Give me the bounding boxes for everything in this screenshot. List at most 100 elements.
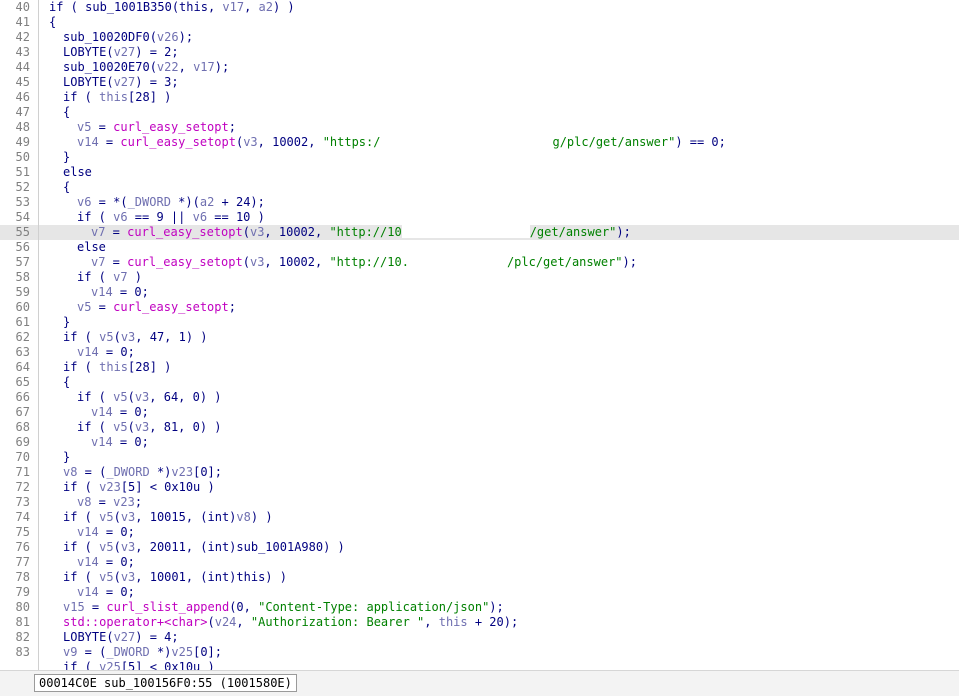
- code-token: v8: [236, 510, 251, 524]
- code-token: v9: [63, 645, 78, 659]
- code-line[interactable]: 74 if ( v5(v3, 10015, (int)v8) ): [0, 510, 959, 525]
- code-token: [28] ): [128, 360, 172, 374]
- code-line[interactable]: 76 if ( v5(v3, 20011, (int)sub_1001A980) …: [0, 540, 959, 555]
- code-token: v27: [113, 75, 136, 89]
- code-line[interactable]: 66 if ( v5(v3, 64, 0) ): [0, 390, 959, 405]
- gutter-separator: [38, 180, 39, 195]
- code-line[interactable]: 44 sub_10020E70(v22, v17);: [0, 60, 959, 75]
- code-line[interactable]: 57 v7 = curl_easy_setopt(v3, 10002, "http…: [0, 255, 959, 270]
- code-token: v5: [113, 390, 128, 404]
- code-line[interactable]: 68 if ( v5(v3, 81, 0) ): [0, 420, 959, 435]
- code-line[interactable]: 67 v14 = 0;: [0, 405, 959, 420]
- code-line[interactable]: 73 v8 = v23;: [0, 495, 959, 510]
- code-line[interactable]: 46 if ( this[28] ): [0, 90, 959, 105]
- code-line[interactable]: 63 v14 = 0;: [0, 345, 959, 360]
- code-line[interactable]: 72 if ( v23[5] < 0x10u ): [0, 480, 959, 495]
- code-line[interactable]: 58 if ( v7 ): [0, 270, 959, 285]
- code-line[interactable]: 75 v14 = 0;: [0, 525, 959, 540]
- code-line[interactable]: 50}: [0, 150, 959, 165]
- code-token: v14: [91, 285, 113, 299]
- code-line[interactable]: 40 if ( sub_1001B350(this, v17, a2) ): [0, 0, 959, 15]
- code-text: v5 = curl_easy_setopt;: [77, 120, 236, 135]
- code-token: v5: [99, 570, 114, 584]
- code-token: = *(: [91, 195, 128, 209]
- code-line[interactable]: 82 LOBYTE(v27) = 4;: [0, 630, 959, 645]
- code-token: /plc/get/answer": [506, 255, 623, 269]
- gutter-separator: [38, 15, 39, 30]
- code-token: if ( sub_1001B350(this,: [49, 0, 223, 14]
- code-line[interactable]: 54 if ( v6 == 9 || v6 == 10 ): [0, 210, 959, 225]
- code-token: v3: [120, 540, 136, 554]
- code-line[interactable]: 45 LOBYTE(v27) = 3;: [0, 75, 959, 90]
- code-token: v3: [243, 135, 258, 149]
- code-token: [0];: [193, 465, 222, 479]
- code-token: v26: [156, 30, 179, 44]
- code-text: v14 = 0;: [91, 435, 149, 450]
- code-line[interactable]: 78 if ( v5(v3, 10001, (int)this) ): [0, 570, 959, 585]
- code-line[interactable]: 70}: [0, 450, 959, 465]
- code-line[interactable]: 51 else: [0, 165, 959, 180]
- code-line[interactable]: 56 else: [0, 240, 959, 255]
- code-token: {: [49, 15, 57, 29]
- code-line[interactable]: 42 sub_10020DF0(v26);: [0, 30, 959, 45]
- line-number: 50: [15, 150, 30, 164]
- code-line[interactable]: 48 v5 = curl_easy_setopt;: [0, 120, 959, 135]
- code-line[interactable]: 69 v14 = 0;: [0, 435, 959, 450]
- gutter-separator: [38, 45, 39, 60]
- code-line[interactable]: 49 v14 = curl_easy_setopt(v3, 10002, "htt…: [0, 135, 959, 150]
- line-number: 41: [15, 15, 30, 29]
- gutter-separator: [38, 120, 39, 135]
- code-line[interactable]: 77 v14 = 0;: [0, 555, 959, 570]
- code-token: v3: [120, 570, 136, 584]
- code-line[interactable]: 79 v14 = 0;: [0, 585, 959, 600]
- line-number: 70: [15, 450, 30, 464]
- code-text: else: [63, 165, 92, 180]
- code-text: {: [63, 105, 70, 120]
- code-line[interactable]: 43 LOBYTE(v27) = 2;: [0, 45, 959, 60]
- code-line[interactable]: if ( v25[5] < 0x10u ): [0, 660, 959, 670]
- gutter-separator: [38, 615, 39, 630]
- code-token: + 20);: [467, 615, 519, 629]
- gutter-separator: [38, 465, 39, 480]
- code-text: {: [63, 375, 70, 390]
- code-token: (: [242, 255, 250, 269]
- code-line[interactable]: 60 v5 = curl_easy_setopt;: [0, 300, 959, 315]
- code-line[interactable]: 55 v7 = curl_easy_setopt(v3, 10002, "http…: [0, 225, 959, 240]
- line-number: 61: [15, 315, 30, 329]
- line-number: 67: [15, 405, 30, 419]
- code-line[interactable]: 61}: [0, 315, 959, 330]
- code-token: , 10015, (int): [135, 510, 237, 524]
- code-line[interactable]: 65 {: [0, 375, 959, 390]
- code-line[interactable]: 53 v6 = *(_DWORD *)(a2 + 24);: [0, 195, 959, 210]
- code-token: == 9 ||: [127, 210, 193, 224]
- line-number: 77: [15, 555, 30, 569]
- code-line[interactable]: 64 if ( this[28] ): [0, 360, 959, 375]
- pseudocode-editor[interactable]: 40 if ( sub_1001B350(this, v17, a2) ) 41 {4…: [0, 0, 959, 670]
- code-token: "https:/: [322, 135, 381, 149]
- code-token: v5: [77, 300, 92, 314]
- gutter-separator: [38, 150, 39, 165]
- code-line[interactable]: 80 v15 = curl_slist_append(0, "Content-Ty…: [0, 600, 959, 615]
- code-token: ,: [236, 615, 251, 629]
- code-token: *): [149, 645, 172, 659]
- code-line[interactable]: 62 if ( v5(v3, 47, 1) ): [0, 330, 959, 345]
- code-line[interactable]: 81 std::operator+<char>(v24, "Authorizati…: [0, 615, 959, 630]
- code-token: v17: [193, 60, 215, 74]
- gutter-separator: [38, 660, 39, 670]
- code-text: std::operator+<char>(v24, "Authorization…: [63, 615, 518, 630]
- code-token: ;: [228, 120, 236, 134]
- code-line[interactable]: 52 {: [0, 180, 959, 195]
- code-line[interactable]: 41 {: [0, 15, 959, 30]
- gutter-separator: [38, 495, 39, 510]
- code-token: curl_easy_setopt: [127, 255, 243, 269]
- code-text: v8 = v23;: [77, 495, 142, 510]
- code-token: (: [113, 330, 121, 344]
- code-line[interactable]: 83 v9 = (_DWORD *)v25[0];: [0, 645, 959, 660]
- code-line[interactable]: 71 v8 = (_DWORD *)v23[0];: [0, 465, 959, 480]
- code-token: );: [622, 255, 637, 269]
- code-token: v5: [99, 510, 114, 524]
- code-line[interactable]: 59 v14 = 0;: [0, 285, 959, 300]
- gutter-separator: [38, 585, 39, 600]
- code-line[interactable]: 47 {: [0, 105, 959, 120]
- code-token: "Authorization: Bearer ": [250, 615, 425, 629]
